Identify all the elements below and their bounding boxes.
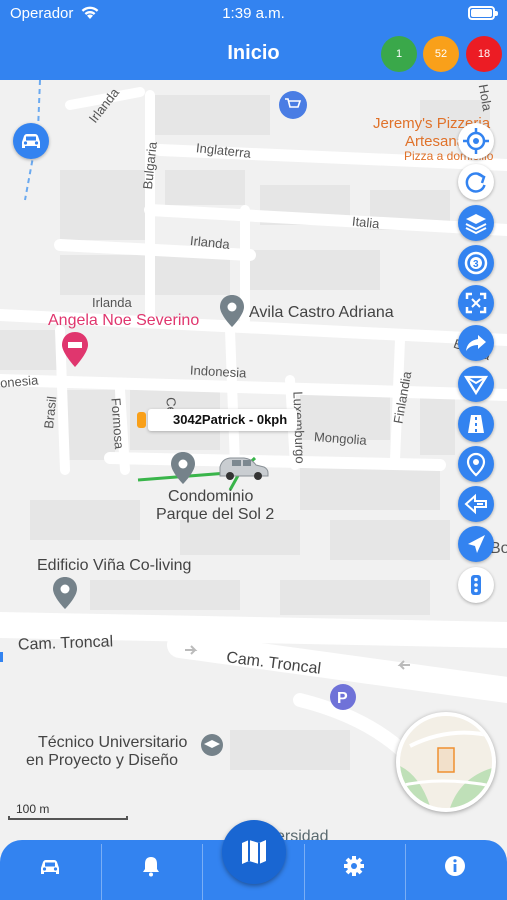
vehicle-label[interactable]: 3042Patrick - 0kph — [137, 409, 298, 431]
vehicle-name: 3042Patrick - 0kph — [173, 412, 288, 427]
svg-text:P: P — [337, 690, 348, 707]
fit-bounds-icon — [465, 292, 487, 314]
status-badge-green[interactable]: 1 — [381, 36, 417, 72]
map-scale: 100 m — [8, 800, 128, 820]
poi-label[interactable]: Edificio Viña Co-living — [37, 557, 191, 575]
share-button[interactable] — [458, 325, 494, 361]
poi-label[interactable]: Avila Castro Adriana — [249, 304, 394, 322]
poi-label[interactable]: Angela Noe Severino — [48, 312, 199, 330]
scale-label: 100 m — [16, 802, 50, 816]
more-vertical-icon — [471, 575, 481, 595]
info-icon — [445, 856, 465, 876]
back-arrow-icon — [464, 493, 487, 515]
tab-alerts[interactable] — [101, 840, 201, 900]
status-badge-orange[interactable]: 52 — [423, 36, 459, 72]
poi-label[interactable]: Condominio — [168, 488, 253, 506]
car-icon — [22, 134, 40, 148]
locate-icon — [463, 128, 489, 154]
vehicle-list-button[interactable] — [13, 123, 49, 159]
back-arrow-button[interactable] — [458, 486, 494, 522]
layers-icon — [465, 214, 487, 235]
battery-icon — [468, 6, 498, 20]
svg-text:3: 3 — [473, 259, 479, 270]
map-icon — [242, 840, 266, 864]
refresh-icon — [465, 172, 486, 193]
status-bar: Operador 1:39 a.m. — [0, 0, 507, 28]
poi-label[interactable]: Parque del Sol 2 — [156, 506, 274, 524]
minimap[interactable] — [396, 712, 496, 812]
tab-vehicles[interactable] — [0, 840, 100, 900]
layers-button[interactable] — [458, 205, 494, 241]
gear-icon — [344, 856, 364, 876]
status-badge-red[interactable]: 18 — [466, 36, 502, 72]
street-label: Indonesia — [189, 362, 247, 381]
street-label: Cam. Troncal — [17, 633, 114, 654]
pin-button[interactable] — [458, 446, 494, 482]
bell-icon — [143, 857, 159, 877]
car-icon — [41, 860, 59, 874]
street-label: Irlanda — [92, 295, 132, 310]
navigation-icon — [468, 535, 485, 553]
vehicle-status-tab — [137, 412, 146, 428]
send-button[interactable] — [458, 366, 494, 402]
road-button[interactable] — [458, 406, 494, 442]
map-view[interactable]: P Irlanda Inglaterra Bulgaria Italia Irl… — [0, 80, 507, 840]
navigation-button[interactable] — [458, 526, 494, 562]
fit-bounds-button[interactable] — [458, 285, 494, 321]
map-tab-button[interactable] — [222, 820, 286, 884]
scale-bar — [8, 816, 128, 820]
street-label: Italia — [351, 213, 381, 232]
radio-button[interactable]: 3 — [458, 245, 494, 281]
poi-label[interactable]: Técnico Universitario — [38, 734, 187, 752]
road-icon — [468, 415, 484, 433]
share-arrow-icon — [466, 335, 486, 351]
tab-settings[interactable] — [304, 840, 404, 900]
tab-divider — [202, 844, 203, 900]
radio-3-icon: 3 — [464, 251, 488, 275]
poi-label[interactable]: en Proyecto y Diseño — [26, 752, 178, 770]
app-header: Operador 1:39 a.m. Inicio 1 52 18 — [0, 0, 507, 80]
send-icon — [463, 375, 489, 396]
more-button[interactable] — [458, 567, 494, 603]
minimap-view — [400, 716, 492, 808]
pin-icon — [466, 452, 486, 477]
refresh-button[interactable] — [458, 164, 494, 200]
locate-button[interactable] — [458, 123, 494, 159]
tab-info[interactable] — [405, 840, 505, 900]
clock: 1:39 a.m. — [222, 5, 285, 22]
